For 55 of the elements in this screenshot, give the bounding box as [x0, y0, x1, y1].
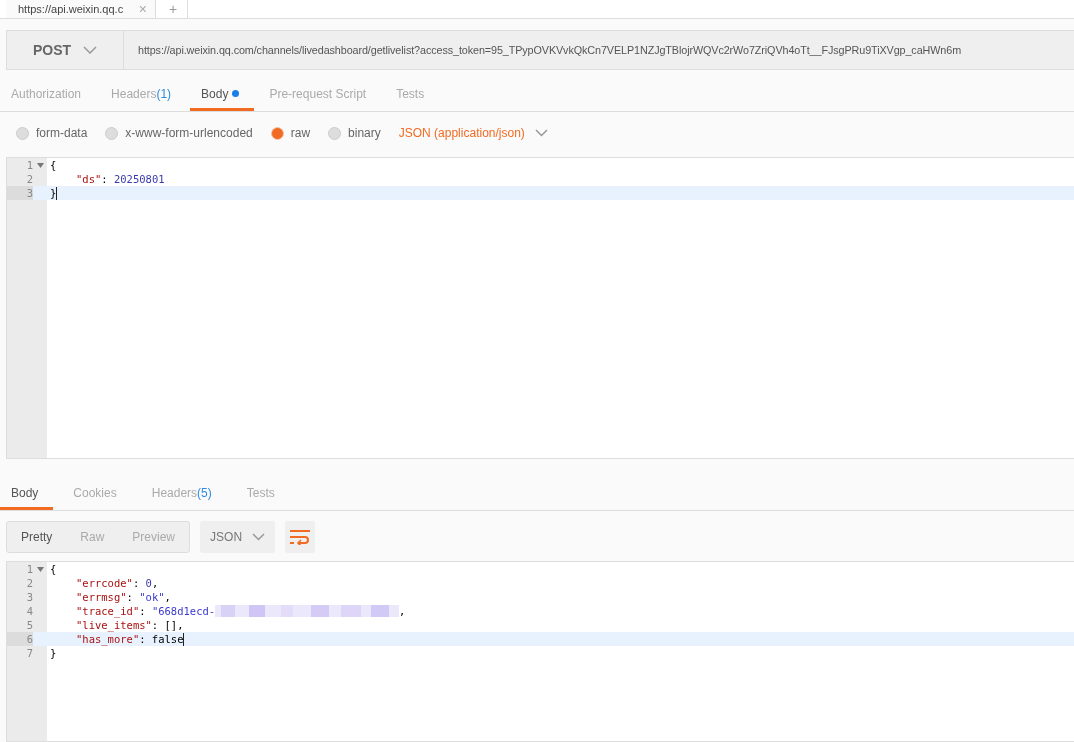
radio-button[interactable] [270, 126, 284, 140]
line-number: 4 [25, 604, 33, 618]
body-mode-option[interactable]: binary [328, 126, 381, 140]
body-mode-option[interactable]: x-www-form-urlencoded [105, 126, 253, 140]
text-cursor [183, 632, 185, 646]
request-tab[interactable]: https://api.weixin.qq.c × [6, 0, 156, 18]
code-line: "live_items": [], [75, 619, 184, 631]
format-dropdown[interactable]: JSON [200, 521, 276, 553]
chevron-icon [252, 533, 266, 541]
request-section-tab[interactable]: Authorization [0, 79, 97, 111]
code-line: } [49, 187, 57, 199]
view-mode-button[interactable]: Raw [66, 522, 119, 552]
line-number: 2 [25, 172, 33, 186]
close-tab-button[interactable]: × [138, 2, 147, 16]
request-section-tab[interactable]: Pre-request Script [258, 79, 382, 111]
code-line: "ds": 20250801 [75, 173, 165, 185]
wrap-icon [289, 529, 312, 545]
line-number: 2 [25, 576, 33, 590]
line-number: 5 [25, 618, 33, 632]
fold-arrow-icon [36, 566, 44, 572]
line-number: 3 [25, 590, 33, 604]
body-mode-option[interactable]: form-data [16, 126, 88, 140]
chevron-icon [534, 129, 548, 137]
response-section-tab[interactable]: Cookies [62, 478, 132, 510]
radio-button[interactable] [328, 126, 342, 140]
radio-button[interactable] [105, 126, 119, 140]
request-body-editor[interactable]: 1 { 2 "ds": 20250801 3 } [6, 157, 1074, 459]
body-mode-option[interactable]: raw [270, 126, 311, 140]
view-mode-button[interactable]: Pretty [7, 522, 67, 552]
wrap-lines-button[interactable] [285, 521, 316, 553]
code-line: "trace_id": "668d1ecd- , [75, 605, 406, 617]
code-line: "errmsg": "ok", [75, 591, 171, 603]
new-tab-button[interactable]: + [159, 0, 188, 18]
response-section-tab[interactable]: Headers(5) [140, 478, 227, 510]
tab-title: https://api.weixin.qq.c [18, 3, 124, 15]
view-mode-button[interactable]: Preview [118, 522, 190, 552]
code-line: { [49, 159, 57, 171]
line-number: 3 [7, 186, 33, 200]
line-number: 1 [25, 158, 33, 172]
content-type-dropdown[interactable]: JSON (application/json) [398, 126, 548, 140]
response-section-tab[interactable]: Tests [235, 478, 290, 510]
request-section-tab[interactable]: Tests [385, 79, 440, 111]
code-line: "errcode": 0, [75, 577, 159, 589]
response-section-tab[interactable]: Body [0, 478, 54, 510]
code-line: "has_more": false [75, 633, 184, 645]
line-number: 1 [25, 562, 33, 576]
request-section-tab[interactable]: Body [190, 79, 255, 111]
request-section-tab[interactable]: Headers(1) [100, 79, 187, 111]
fold-arrow-icon [36, 162, 44, 168]
radio-button[interactable] [16, 126, 29, 140]
line-number: 6 [7, 632, 33, 646]
code-line: { [49, 563, 57, 575]
text-cursor [56, 186, 58, 200]
line-number: 7 [25, 646, 33, 660]
code-line: } [49, 647, 57, 659]
